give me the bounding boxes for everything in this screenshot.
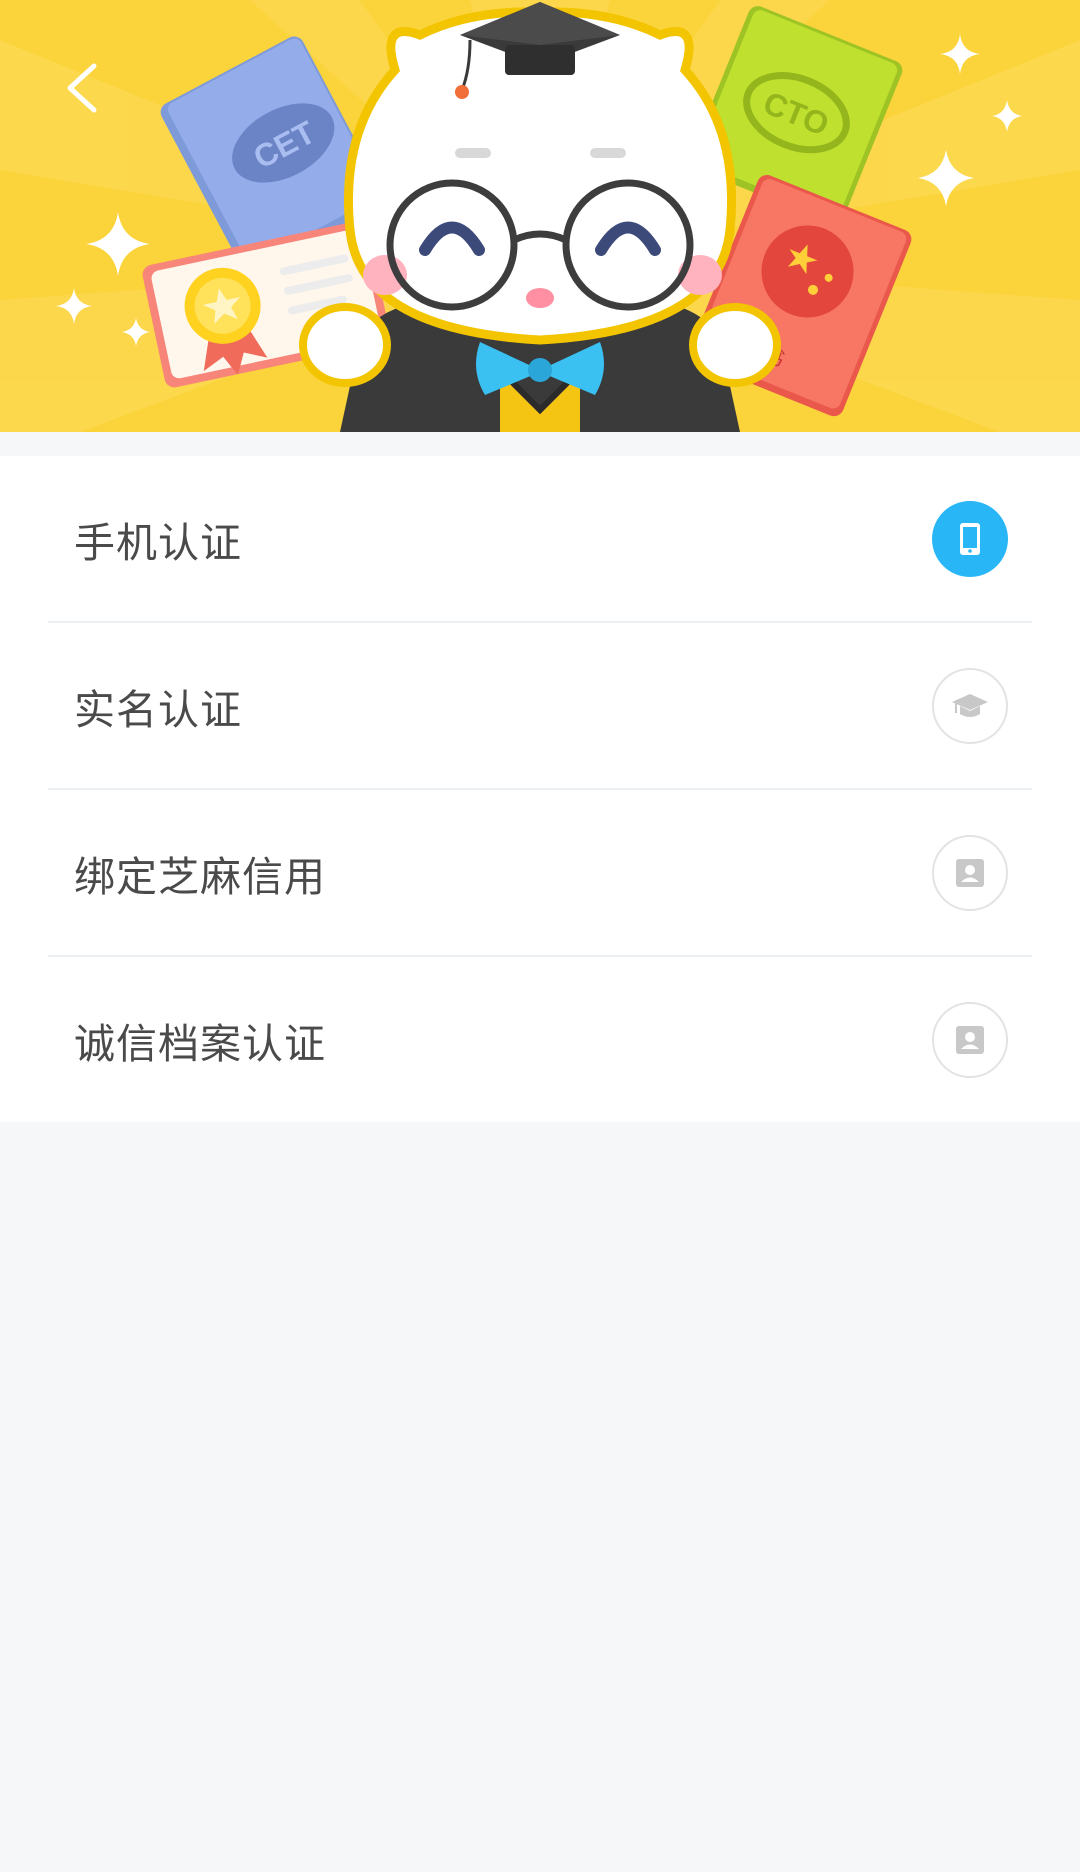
list-item-label: 绑定芝麻信用 xyxy=(74,852,326,901)
phone-icon xyxy=(932,500,1008,577)
chevron-left-icon xyxy=(67,63,97,113)
list-item-phone-verification[interactable]: 手机认证 xyxy=(0,456,1080,621)
verification-list: 手机认证 实名认证 绑定芝麻信用 诚信档案认证 xyxy=(0,456,1080,1122)
header-banner: CET CTO xyxy=(0,0,1080,432)
id-card-icon xyxy=(932,834,1008,911)
screen: CET CTO 手机认证 实名认证 绑定芝麻信用 诚信档案认证 xyxy=(0,0,1080,1872)
banner-illustration: CET CTO xyxy=(0,0,1080,432)
list-item-zhima-credit[interactable]: 绑定芝麻信用 xyxy=(0,790,1080,955)
list-item-real-name-verification[interactable]: 实名认证 xyxy=(0,623,1080,788)
list-item-credit-file-verification[interactable]: 诚信档案认证 xyxy=(0,957,1080,1122)
list-item-label: 诚信档案认证 xyxy=(74,1019,326,1068)
graduation-cap-icon xyxy=(932,667,1008,744)
id-card-icon xyxy=(932,1001,1008,1078)
list-item-label: 实名认证 xyxy=(74,685,242,734)
list-item-label: 手机认证 xyxy=(74,518,242,567)
back-button[interactable] xyxy=(50,52,120,122)
